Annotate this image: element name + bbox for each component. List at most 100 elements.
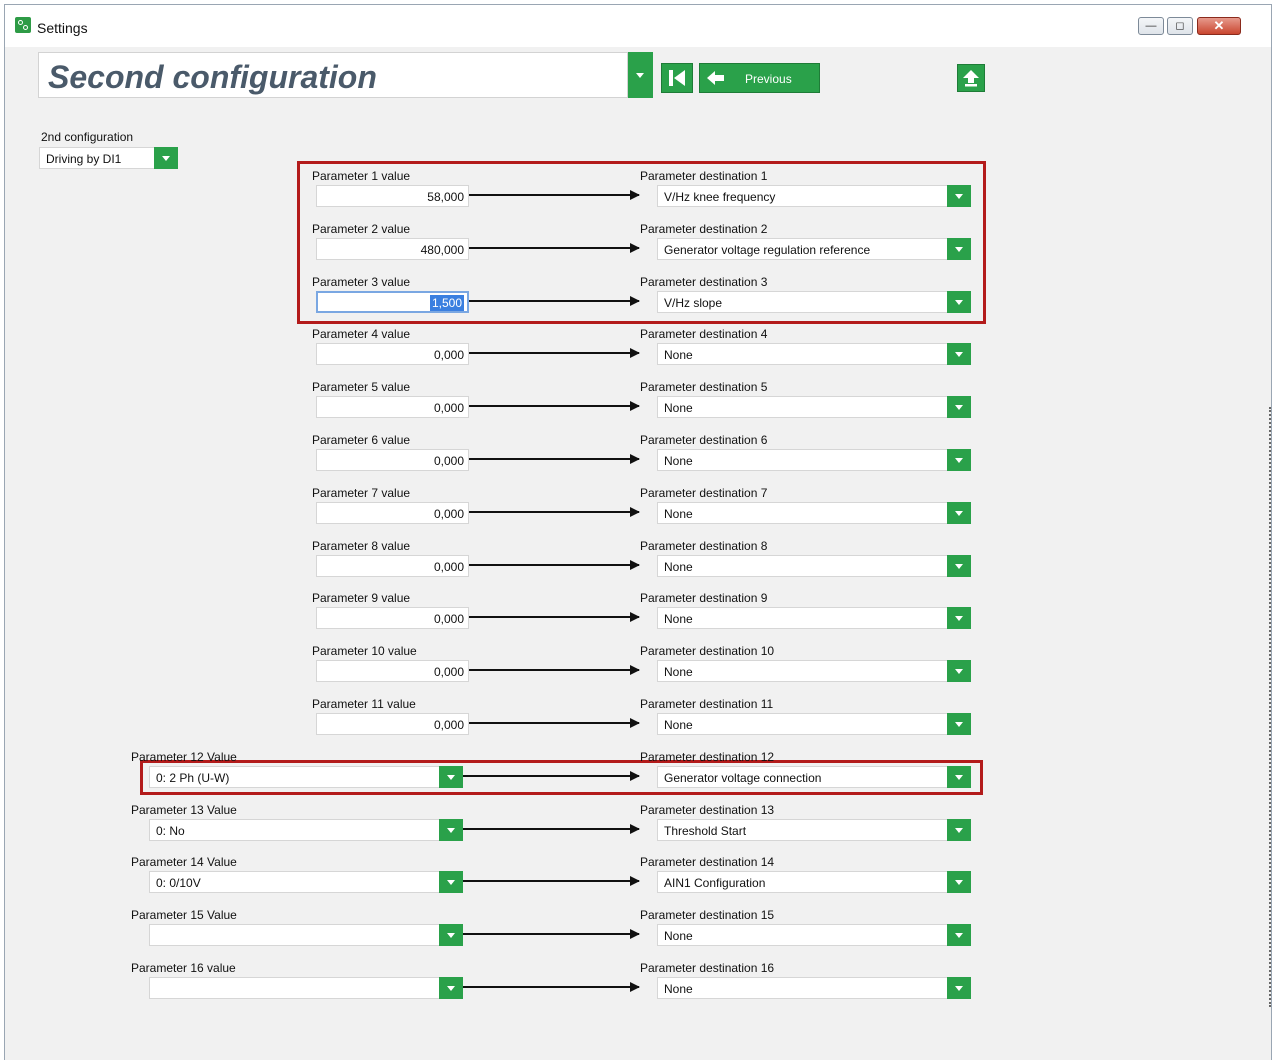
mapping-arrow bbox=[469, 295, 640, 306]
maximize-icon: ◻ bbox=[1175, 20, 1185, 32]
param-value-text: 0: No bbox=[156, 823, 185, 838]
param-value-dropdown-button[interactable] bbox=[439, 818, 463, 841]
param-destination-select[interactable]: None bbox=[657, 396, 971, 419]
param-destination-select[interactable]: None bbox=[657, 501, 971, 524]
param-destination-dropdown-button[interactable] bbox=[947, 343, 971, 366]
param-destination-label: Parameter destination 16 bbox=[640, 961, 775, 975]
first-page-button[interactable] bbox=[661, 63, 693, 93]
param-destination-label: Parameter destination 15 bbox=[640, 908, 775, 923]
param-value-select[interactable]: 0: 0/10V bbox=[149, 871, 463, 894]
param-destination-dropdown-button[interactable] bbox=[947, 871, 971, 894]
param-destination-dropdown-button[interactable] bbox=[947, 924, 971, 947]
param-value-select[interactable]: 0: No bbox=[149, 818, 463, 841]
param-destination-dropdown-button[interactable] bbox=[947, 977, 971, 999]
param-destination-dropdown-button[interactable] bbox=[947, 765, 971, 788]
param-value-label: Parameter 1 value bbox=[312, 169, 411, 183]
chevron-down-icon bbox=[955, 616, 963, 622]
param-value-text: 0,000 bbox=[433, 401, 464, 416]
param-value-input[interactable]: 0,000 bbox=[316, 449, 469, 471]
param-value-text: 0,000 bbox=[433, 665, 464, 680]
param-destination-dropdown-button[interactable] bbox=[947, 185, 971, 207]
param-value-dropdown-button[interactable] bbox=[439, 924, 463, 947]
param-destination-dropdown-button[interactable] bbox=[947, 607, 971, 630]
param-destination-dropdown-button[interactable] bbox=[947, 818, 971, 841]
param-destination-select[interactable]: None bbox=[657, 977, 971, 999]
param-value-text: 0: 0/10V bbox=[156, 876, 201, 891]
param-value-input[interactable]: 480,000 bbox=[316, 237, 469, 260]
param-destination-select[interactable]: Generator voltage connection bbox=[657, 765, 971, 788]
config-label: 2nd configuration bbox=[41, 130, 134, 144]
param-value-input[interactable]: 0,000 bbox=[316, 396, 469, 419]
param-destination-select[interactable]: None bbox=[657, 343, 971, 366]
param-value-input[interactable]: 1,500 bbox=[316, 290, 469, 313]
param-value-input[interactable]: 0,000 bbox=[316, 660, 469, 683]
param-destination-dropdown-button[interactable] bbox=[947, 713, 971, 735]
param-destination-select[interactable]: Generator voltage regulation reference bbox=[657, 237, 971, 260]
param-destination-dropdown-button[interactable] bbox=[947, 396, 971, 419]
param-destination-dropdown-button[interactable] bbox=[947, 554, 971, 577]
param-destination-select[interactable]: None bbox=[657, 660, 971, 683]
param-value-input[interactable]: 0,000 bbox=[316, 501, 469, 524]
param-value-select[interactable] bbox=[149, 977, 463, 999]
param-destination-value: Generator voltage regulation reference bbox=[664, 242, 871, 257]
param-value-input[interactable]: 0,000 bbox=[316, 554, 469, 577]
config-select[interactable]: Driving by DI1 bbox=[39, 147, 178, 169]
minimize-button[interactable]: — bbox=[1138, 17, 1164, 35]
mapping-arrow bbox=[469, 348, 640, 359]
window-resize-edge[interactable] bbox=[1266, 407, 1271, 1007]
settings-window: Settings — ◻ ✕ Second configuration Prev… bbox=[4, 4, 1272, 1060]
param-destination-dropdown-button[interactable] bbox=[947, 660, 971, 683]
settings-gears-icon bbox=[15, 17, 31, 33]
close-button[interactable]: ✕ bbox=[1197, 17, 1241, 35]
mapping-arrow bbox=[469, 718, 640, 728]
param-value-input[interactable]: 58,000 bbox=[316, 185, 469, 207]
previous-button[interactable]: Previous bbox=[699, 63, 820, 93]
param-destination-dropdown-button[interactable] bbox=[947, 449, 971, 471]
param-value-input[interactable]: 0,000 bbox=[316, 343, 469, 366]
param-destination-value: None bbox=[664, 665, 693, 680]
param-value-label: Parameter 9 value bbox=[312, 591, 411, 606]
page-dropdown-button[interactable] bbox=[628, 52, 653, 98]
param-value-dropdown-button[interactable] bbox=[439, 765, 463, 788]
param-value-text: 0: 2 Ph (U-W) bbox=[156, 770, 230, 785]
param-value-input[interactable]: 0,000 bbox=[316, 607, 469, 630]
param-destination-value: AIN1 Configuration bbox=[664, 876, 766, 891]
param-value-select[interactable]: 0: 2 Ph (U-W) bbox=[149, 765, 463, 788]
maximize-button[interactable]: ◻ bbox=[1167, 17, 1193, 35]
param-destination-select[interactable]: None bbox=[657, 924, 971, 947]
param-value-dropdown-button[interactable] bbox=[439, 977, 463, 999]
param-value-label: Parameter 3 value bbox=[312, 274, 411, 289]
param-value-text: 0,000 bbox=[433, 718, 464, 732]
config-value: Driving by DI1 bbox=[46, 152, 122, 166]
param-destination-dropdown-button[interactable] bbox=[947, 237, 971, 260]
param-destination-label: Parameter destination 13 bbox=[640, 802, 775, 817]
param-destination-label: Parameter destination 5 bbox=[640, 380, 768, 395]
param-value-label: Parameter 2 value bbox=[312, 221, 411, 236]
param-value-dropdown-button[interactable] bbox=[439, 871, 463, 894]
mapping-arrow bbox=[463, 929, 640, 940]
param-destination-select[interactable]: V/Hz slope bbox=[657, 290, 971, 313]
chevron-down-icon bbox=[955, 669, 963, 675]
param-destination-value: V/Hz knee frequency bbox=[664, 190, 776, 204]
config-dropdown-button[interactable] bbox=[154, 147, 178, 169]
param-value-select[interactable] bbox=[149, 924, 463, 947]
param-destination-label: Parameter destination 1 bbox=[640, 169, 768, 183]
param-destination-label: Parameter destination 9 bbox=[640, 591, 768, 606]
param-destination-value: None bbox=[664, 506, 693, 521]
page-selector[interactable]: Second configuration bbox=[38, 52, 628, 98]
param-destination-label: Parameter destination 7 bbox=[640, 485, 768, 500]
upload-button[interactable] bbox=[957, 64, 985, 92]
param-destination-select[interactable]: AIN1 Configuration bbox=[657, 871, 971, 894]
param-destination-select[interactable]: V/Hz knee frequency bbox=[657, 185, 971, 207]
param-destination-dropdown-button[interactable] bbox=[947, 290, 971, 313]
param-destination-select[interactable]: None bbox=[657, 449, 971, 471]
param-destination-select[interactable]: None bbox=[657, 554, 971, 577]
chevron-down-icon bbox=[162, 156, 170, 161]
param-value-input[interactable]: 0,000 bbox=[316, 713, 469, 735]
param-value-label: Parameter 16 value bbox=[131, 961, 236, 975]
param-destination-select[interactable]: None bbox=[657, 713, 971, 735]
param-destination-dropdown-button[interactable] bbox=[947, 501, 971, 524]
param-destination-select[interactable]: None bbox=[657, 607, 971, 630]
param-destination-select[interactable]: Threshold Start bbox=[657, 818, 971, 841]
param-destination-label: Parameter destination 14 bbox=[640, 855, 775, 870]
